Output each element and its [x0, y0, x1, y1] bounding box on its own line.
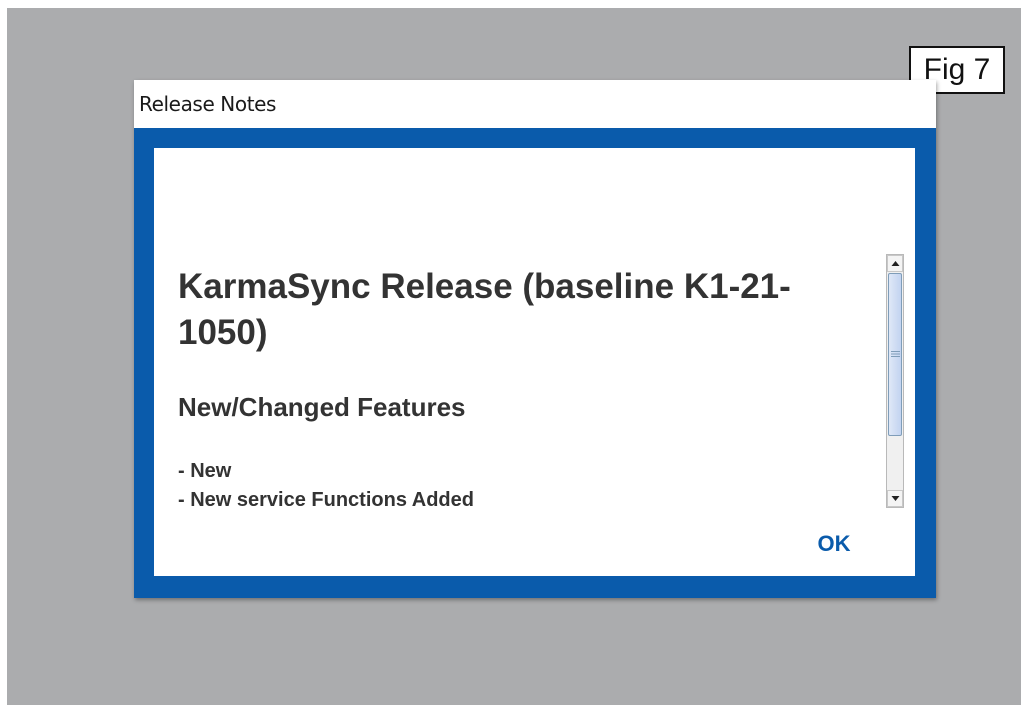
release-notes-dialog: Release Notes KarmaSync Release (baselin…	[134, 80, 936, 598]
section-heading: New/Changed Features	[178, 392, 466, 422]
ok-button[interactable]: OK	[809, 528, 859, 560]
grip-icon	[891, 351, 900, 357]
features-list: - New - New service Functions Added	[178, 457, 474, 510]
scroll-up-button[interactable]	[887, 255, 903, 272]
release-notes-text[interactable]: KarmaSync Release (baseline K1-21-1050) …	[178, 252, 893, 510]
release-heading: KarmaSync Release (baseline K1-21-1050)	[178, 267, 791, 352]
arrow-down-icon	[891, 496, 900, 501]
arrow-up-icon	[891, 261, 900, 266]
dialog-title: Release Notes	[139, 92, 277, 116]
scroll-down-button[interactable]	[887, 490, 903, 507]
dialog-frame: KarmaSync Release (baseline K1-21-1050) …	[134, 128, 936, 598]
vertical-scrollbar[interactable]	[886, 254, 904, 508]
list-item: - New	[178, 460, 232, 482]
dialog-content: KarmaSync Release (baseline K1-21-1050) …	[154, 148, 915, 576]
scroll-thumb[interactable]	[888, 273, 902, 436]
list-item: - New service Functions Added	[178, 489, 474, 510]
